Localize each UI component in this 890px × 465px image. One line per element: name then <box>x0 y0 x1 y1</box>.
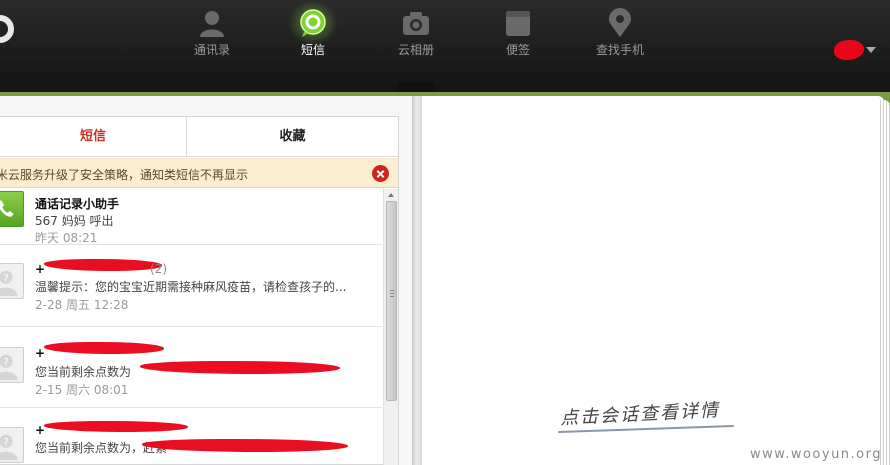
message-count: (2) <box>150 262 167 276</box>
conversation-time: 2-15 周六 08:01 <box>35 383 129 397</box>
redacted-text <box>140 361 340 374</box>
map-pin-icon <box>609 8 631 37</box>
chevron-down-icon <box>866 47 876 53</box>
nav-notes[interactable]: 便签 <box>478 6 558 66</box>
chat-bubble-icon <box>300 9 326 37</box>
conversation-item[interactable]: ? + (2) 温馨提示：您的宝宝近期需接种麻风疫苗，请检查孩子的... 2-2… <box>0 246 382 327</box>
tab-messages[interactable]: 短信 <box>0 117 186 157</box>
svg-text:?: ? <box>3 437 9 449</box>
camera-icon <box>403 12 429 35</box>
notepad-icon <box>506 11 530 36</box>
conversation-preview: 温馨提示：您的宝宝近期需接种麻风疫苗，请检查孩子的... <box>35 280 347 294</box>
grip-icon <box>390 290 394 291</box>
notice-text: 米云服务升级了安全策略，通知类短信不再显示 <box>0 168 249 182</box>
conversation-name: + <box>35 346 46 360</box>
nav-notes-label: 便签 <box>505 43 530 57</box>
user-menu[interactable] <box>832 38 876 62</box>
close-icon[interactable] <box>372 165 389 182</box>
nav-messages[interactable]: 短信 <box>273 0 353 66</box>
nav-contacts[interactable]: 通讯录 <box>172 6 252 66</box>
redacted-username <box>834 40 864 60</box>
nav-cloud-album[interactable]: 云相册 <box>376 6 456 66</box>
nav-contacts-label: 通讯录 <box>193 43 230 57</box>
conversation-item[interactable]: ? + 您当前剩余点数为，赶紧 <box>0 409 382 465</box>
scroll-thumb[interactable] <box>386 201 397 401</box>
svg-text:?: ? <box>3 357 9 369</box>
conversation-time: 2-28 周五 12:28 <box>35 298 129 312</box>
nav-cloud-album-label: 云相册 <box>397 43 434 57</box>
book-spine <box>412 96 422 465</box>
conversation-item[interactable]: ? + 您当前剩余点数为 2-15 周六 08:01 <box>0 328 382 408</box>
conversation-preview: 您当前剩余点数为 <box>35 365 132 379</box>
security-notice: 米云服务升级了安全策略，通知类短信不再显示 <box>0 158 398 188</box>
nav-find-phone-label: 查找手机 <box>595 43 644 57</box>
conversation-name: 通话记录小助手 <box>35 197 120 211</box>
unknown-contact-icon: ? <box>0 347 24 383</box>
conversation-list: 通话记录小助手 567 妈妈 呼出 昨天 08:21 ? + (2) 温馨提示：… <box>0 189 382 465</box>
svg-text:?: ? <box>3 273 9 285</box>
nav-messages-label: 短信 <box>300 43 325 57</box>
conversation-panel: 短信 收藏 米云服务升级了安全策略，通知类短信不再显示 通话记录小助手 567 … <box>0 116 399 465</box>
redacted-phone-number <box>44 259 162 271</box>
top-navigation-bar: 通讯录 短信 云相册 便签 查找手机 <box>0 0 890 92</box>
vertical-scrollbar[interactable] <box>383 189 398 465</box>
watermark: www.wooyun.org <box>750 447 883 462</box>
redacted-phone-number <box>44 421 188 432</box>
redacted-phone-number <box>44 342 164 354</box>
tab-favorites[interactable]: 收藏 <box>187 117 398 157</box>
page-edges <box>878 100 890 465</box>
unknown-contact-icon: ? <box>0 427 24 463</box>
panel-tabs: 短信 收藏 <box>0 117 398 157</box>
conversation-item[interactable]: 通话记录小助手 567 妈妈 呼出 昨天 08:21 <box>0 189 382 245</box>
scroll-up-arrow-icon[interactable] <box>388 193 394 197</box>
redacted-text <box>142 439 348 452</box>
unknown-contact-icon: ? <box>0 263 24 299</box>
phone-icon <box>0 191 24 227</box>
conversation-time: 昨天 08:21 <box>35 231 98 245</box>
app-logo <box>0 15 14 43</box>
conversation-preview: 567 妈妈 呼出 <box>35 214 114 228</box>
person-icon <box>200 11 224 37</box>
nav-find-phone[interactable]: 查找手机 <box>580 6 660 66</box>
